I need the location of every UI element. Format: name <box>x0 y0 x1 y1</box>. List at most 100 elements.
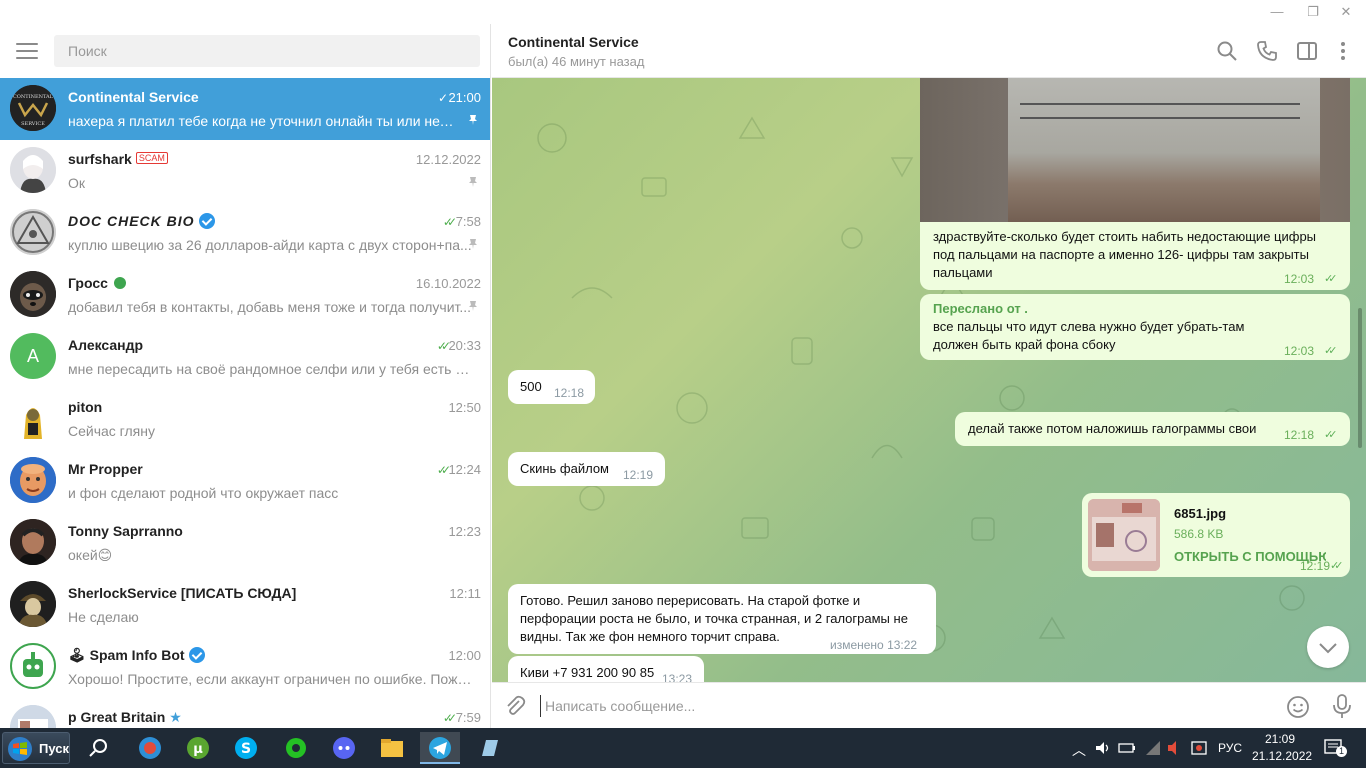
chat-name: piton <box>68 399 103 415</box>
message-composer <box>492 682 1366 728</box>
message-incoming-bubble[interactable]: Киви +7 931 200 90 85 13:23 <box>508 656 704 682</box>
hamburger-menu-icon[interactable] <box>16 43 38 59</box>
chat-item-spam-info-bot[interactable]: 🕹 Spam Info Bot 12:00 Хорошо! Простите, … <box>0 636 490 698</box>
notification-center-icon[interactable]: 1 <box>1324 738 1347 758</box>
chat-time: 16.10.2022 <box>415 276 481 291</box>
read-check-icon: ✓✓ <box>442 711 457 725</box>
chat-list: CONTINENTAL SERVICE Continental Service ✓… <box>0 78 490 728</box>
message-incoming-bubble[interactable]: 500 12:18 <box>508 370 595 404</box>
restore-icon[interactable]: ❐ <box>1304 3 1322 21</box>
chat-name-text: Spam Info Bot <box>89 647 185 663</box>
chat-preview: добавил тебя в контакты, добавь меня тож… <box>68 299 472 315</box>
chat-item-aleksandr[interactable]: А Александр ✓✓ 20:33 мне пересадить на с… <box>0 326 490 388</box>
discord-icon[interactable] <box>324 732 364 764</box>
telegram-taskbar-icon[interactable] <box>420 732 460 764</box>
chat-item-surfshark[interactable]: surfshark SCAM 12.12.2022 Ок <box>0 140 490 202</box>
search-icon[interactable] <box>1216 40 1238 62</box>
message-time: 12:19 <box>1300 559 1331 573</box>
scroll-down-button[interactable] <box>1307 626 1349 668</box>
message-incoming-bubble[interactable]: Готово. Решил заново перерисовать. На ст… <box>508 584 936 654</box>
passport-photo[interactable] <box>920 78 1350 222</box>
tray-expand-icon[interactable]: ︿ <box>1072 740 1086 760</box>
avatar <box>10 209 56 255</box>
language-indicator[interactable]: РУС <box>1218 741 1242 755</box>
browser-icon[interactable] <box>130 732 170 764</box>
chat-name: DOC CHECK BIO <box>68 213 215 229</box>
avatar <box>10 581 56 627</box>
read-check-icon: ✓✓ <box>442 215 457 229</box>
message-time: 12:18 <box>554 386 585 400</box>
phone-icon[interactable] <box>1256 40 1278 62</box>
svg-text:µ: µ <box>193 742 203 757</box>
chat-item-doc-check-bio[interactable]: DOC CHECK BIO ✓✓ 7:58 куплю швецию за 26… <box>0 202 490 264</box>
chat-name: Continental Service <box>68 89 199 105</box>
message-text: все пальцы что идут слева нужно будет уб… <box>933 319 1245 352</box>
file-explorer-icon[interactable] <box>372 732 412 764</box>
window-titlebar: — ❐ ✕ <box>0 0 1366 24</box>
volume-icon[interactable] <box>1094 740 1112 756</box>
pin-icon <box>469 239 477 249</box>
avatar <box>10 705 56 728</box>
read-check-icon: ✓✓ <box>436 463 451 477</box>
message-text: Киви +7 931 200 90 85 <box>520 665 655 680</box>
muted-speaker-icon[interactable] <box>1166 739 1182 757</box>
read-check-icon: ✓✓ <box>1324 345 1338 357</box>
pin-icon <box>469 301 477 311</box>
star-icon: ★ <box>169 709 182 725</box>
message-time: 13:23 <box>662 672 693 682</box>
start-button[interactable]: Пуск <box>2 732 70 764</box>
message-photo-bubble[interactable]: здраствуйте-сколько будет стоить набить … <box>920 78 1350 290</box>
chat-item-p-great-britain[interactable]: p Great Britain ★ ✓✓ 7:59 <box>0 698 490 728</box>
skype-icon[interactable]: S <box>226 732 266 764</box>
notepad-icon[interactable] <box>470 732 510 764</box>
taskbar-search-icon[interactable] <box>78 732 118 764</box>
chat-item-mr-propper[interactable]: Mr Propper ✓✓ 12:24 и фон сделают родной… <box>0 450 490 512</box>
scam-badge: SCAM <box>135 152 168 164</box>
chat-item-gross[interactable]: Гросс 16.10.2022 добавил тебя в контакты… <box>0 264 490 326</box>
sidebar-toggle-icon[interactable] <box>1296 40 1318 62</box>
avatar <box>10 147 56 193</box>
clock-time[interactable]: 21:09 <box>1265 732 1295 746</box>
clock-date[interactable]: 21.12.2022 <box>1252 749 1312 763</box>
message-incoming-bubble[interactable]: Скинь файлом 12:19 <box>508 452 665 486</box>
search-input[interactable] <box>54 35 480 67</box>
chat-item-tonny-saprranno[interactable]: Tonny Saprranno 12:23 окей😊 <box>0 512 490 574</box>
scrollbar[interactable] <box>1358 308 1362 448</box>
more-options-icon[interactable] <box>1332 40 1354 62</box>
file-thumbnail[interactable] <box>1088 499 1160 571</box>
chat-item-piton[interactable]: piton 12:50 Сейчас гляну <box>0 388 490 450</box>
microphone-icon[interactable] <box>1330 693 1354 719</box>
message-area[interactable]: здраствуйте-сколько будет стоить набить … <box>492 78 1366 682</box>
message-outgoing-bubble[interactable]: делай также потом наложишь галограммы св… <box>955 412 1350 446</box>
avatar <box>10 457 56 503</box>
message-input[interactable] <box>540 695 1220 717</box>
read-check-icon: ✓ <box>437 91 448 105</box>
forwarded-from-label[interactable]: Переслано от . <box>933 300 1028 318</box>
chat-name-text: surfshark <box>68 151 132 167</box>
chat-item-continental-service[interactable]: CONTINENTAL SERVICE Continental Service ✓… <box>0 78 490 140</box>
chat-preview: нахера я платил тебе когда не уточнил он… <box>68 113 458 129</box>
emoji-icon[interactable] <box>1286 695 1310 719</box>
battery-icon[interactable] <box>1118 740 1136 756</box>
utorrent-icon[interactable]: µ <box>178 732 218 764</box>
chat-time: 12.12.2022 <box>415 152 481 167</box>
wifi-icon[interactable] <box>1144 739 1162 757</box>
verified-icon <box>198 213 215 229</box>
minimize-icon[interactable]: — <box>1268 3 1286 21</box>
file-name[interactable]: 6851.jpg <box>1174 505 1226 523</box>
chat-item-sherlockservice[interactable]: SherlockService [ПИСАТЬ СЮДА] 12:11 Не с… <box>0 574 490 636</box>
icq-icon[interactable] <box>276 732 316 764</box>
chat-name: Александр <box>68 337 144 353</box>
message-forwarded-bubble[interactable]: Переслано от . все пальцы что идут слева… <box>920 294 1350 360</box>
pin-icon <box>469 177 477 187</box>
bot-icon: 🕹 <box>68 647 86 663</box>
close-icon[interactable]: ✕ <box>1337 3 1355 21</box>
chat-preview: и фон сделают родной что окружает пасс <box>68 485 339 501</box>
message-file-bubble[interactable]: 6851.jpg 586.8 KB ОТКРЫТЬ С ПОМОЩЬЮ 12:1… <box>1082 493 1350 577</box>
attach-icon[interactable] <box>504 695 526 717</box>
chat-title[interactable]: Continental Service <box>508 34 639 50</box>
chat-name-text: Гросс <box>68 275 108 291</box>
screen-record-icon[interactable] <box>1190 739 1208 757</box>
chevron-down-icon <box>1319 643 1337 654</box>
verified-icon <box>188 647 205 663</box>
